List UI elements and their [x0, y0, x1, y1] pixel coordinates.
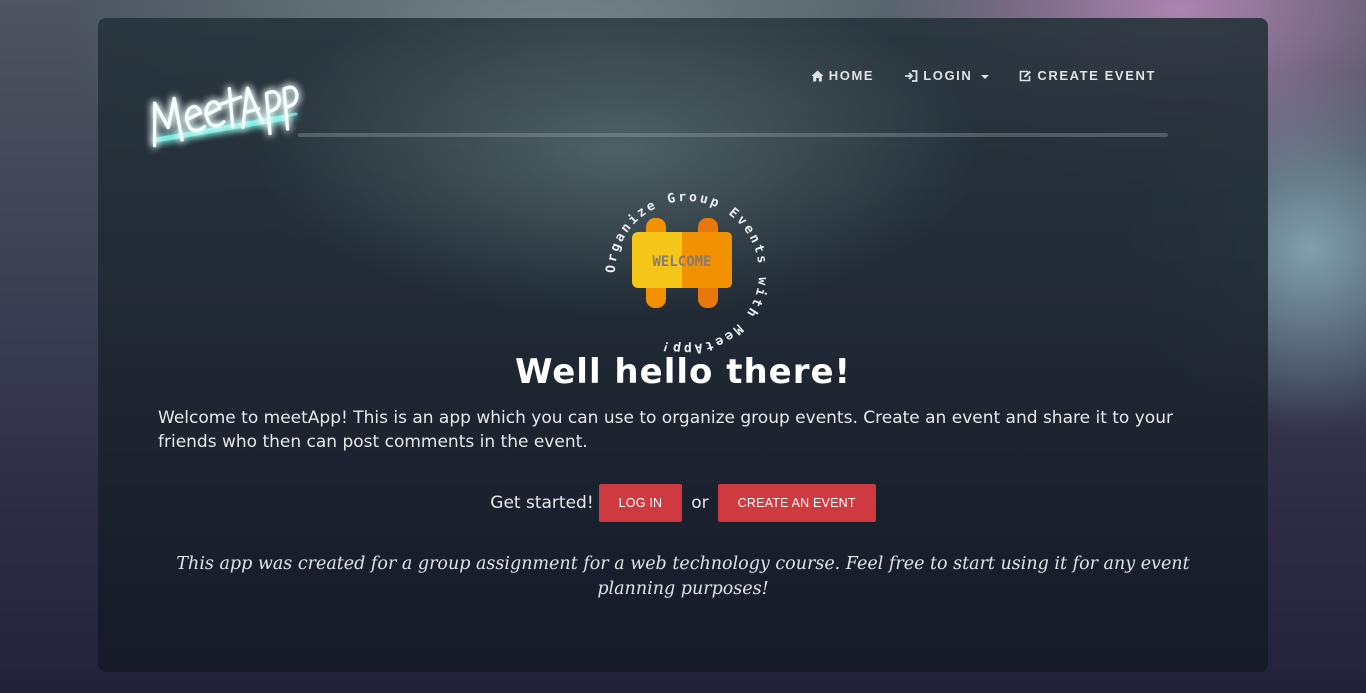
page-title: Well hello there! — [514, 352, 852, 392]
nav-login-label: LOGIN — [923, 68, 973, 83]
top-nav: HOME LOGIN CREATE EVENT — [811, 68, 1156, 83]
get-started-row: Get started! LOG IN or CREATE AN EVENT — [98, 484, 1268, 522]
main-panel: HOME LOGIN CREATE EVENT Organize Group E… — [98, 18, 1268, 672]
nav-home[interactable]: HOME — [811, 68, 874, 83]
create-event-button[interactable]: CREATE AN EVENT — [717, 484, 876, 522]
welcome-badge: Organize Group Events with MeetApp! WELC… — [594, 180, 780, 366]
nav-divider — [298, 133, 1168, 137]
edit-icon — [1019, 70, 1032, 82]
login-icon — [904, 69, 918, 82]
intro-text: Welcome to meetApp! This is an app which… — [158, 408, 1173, 452]
meetapp-logo[interactable] — [136, 48, 306, 168]
login-button[interactable]: LOG IN — [598, 484, 683, 522]
or-label: or — [691, 493, 709, 513]
get-started-label: Get started! — [490, 493, 594, 513]
badge-sign-text: WELCOME — [652, 254, 711, 270]
chevron-down-icon — [981, 74, 990, 79]
nav-home-label: HOME — [828, 68, 875, 83]
footnote-text: This app was created for a group assignm… — [176, 554, 1190, 599]
nav-create-event[interactable]: CREATE EVENT — [1019, 68, 1156, 83]
nav-login-dropdown[interactable]: LOGIN — [904, 68, 990, 83]
home-icon — [811, 70, 824, 82]
nav-create-event-label: CREATE EVENT — [1037, 68, 1156, 83]
